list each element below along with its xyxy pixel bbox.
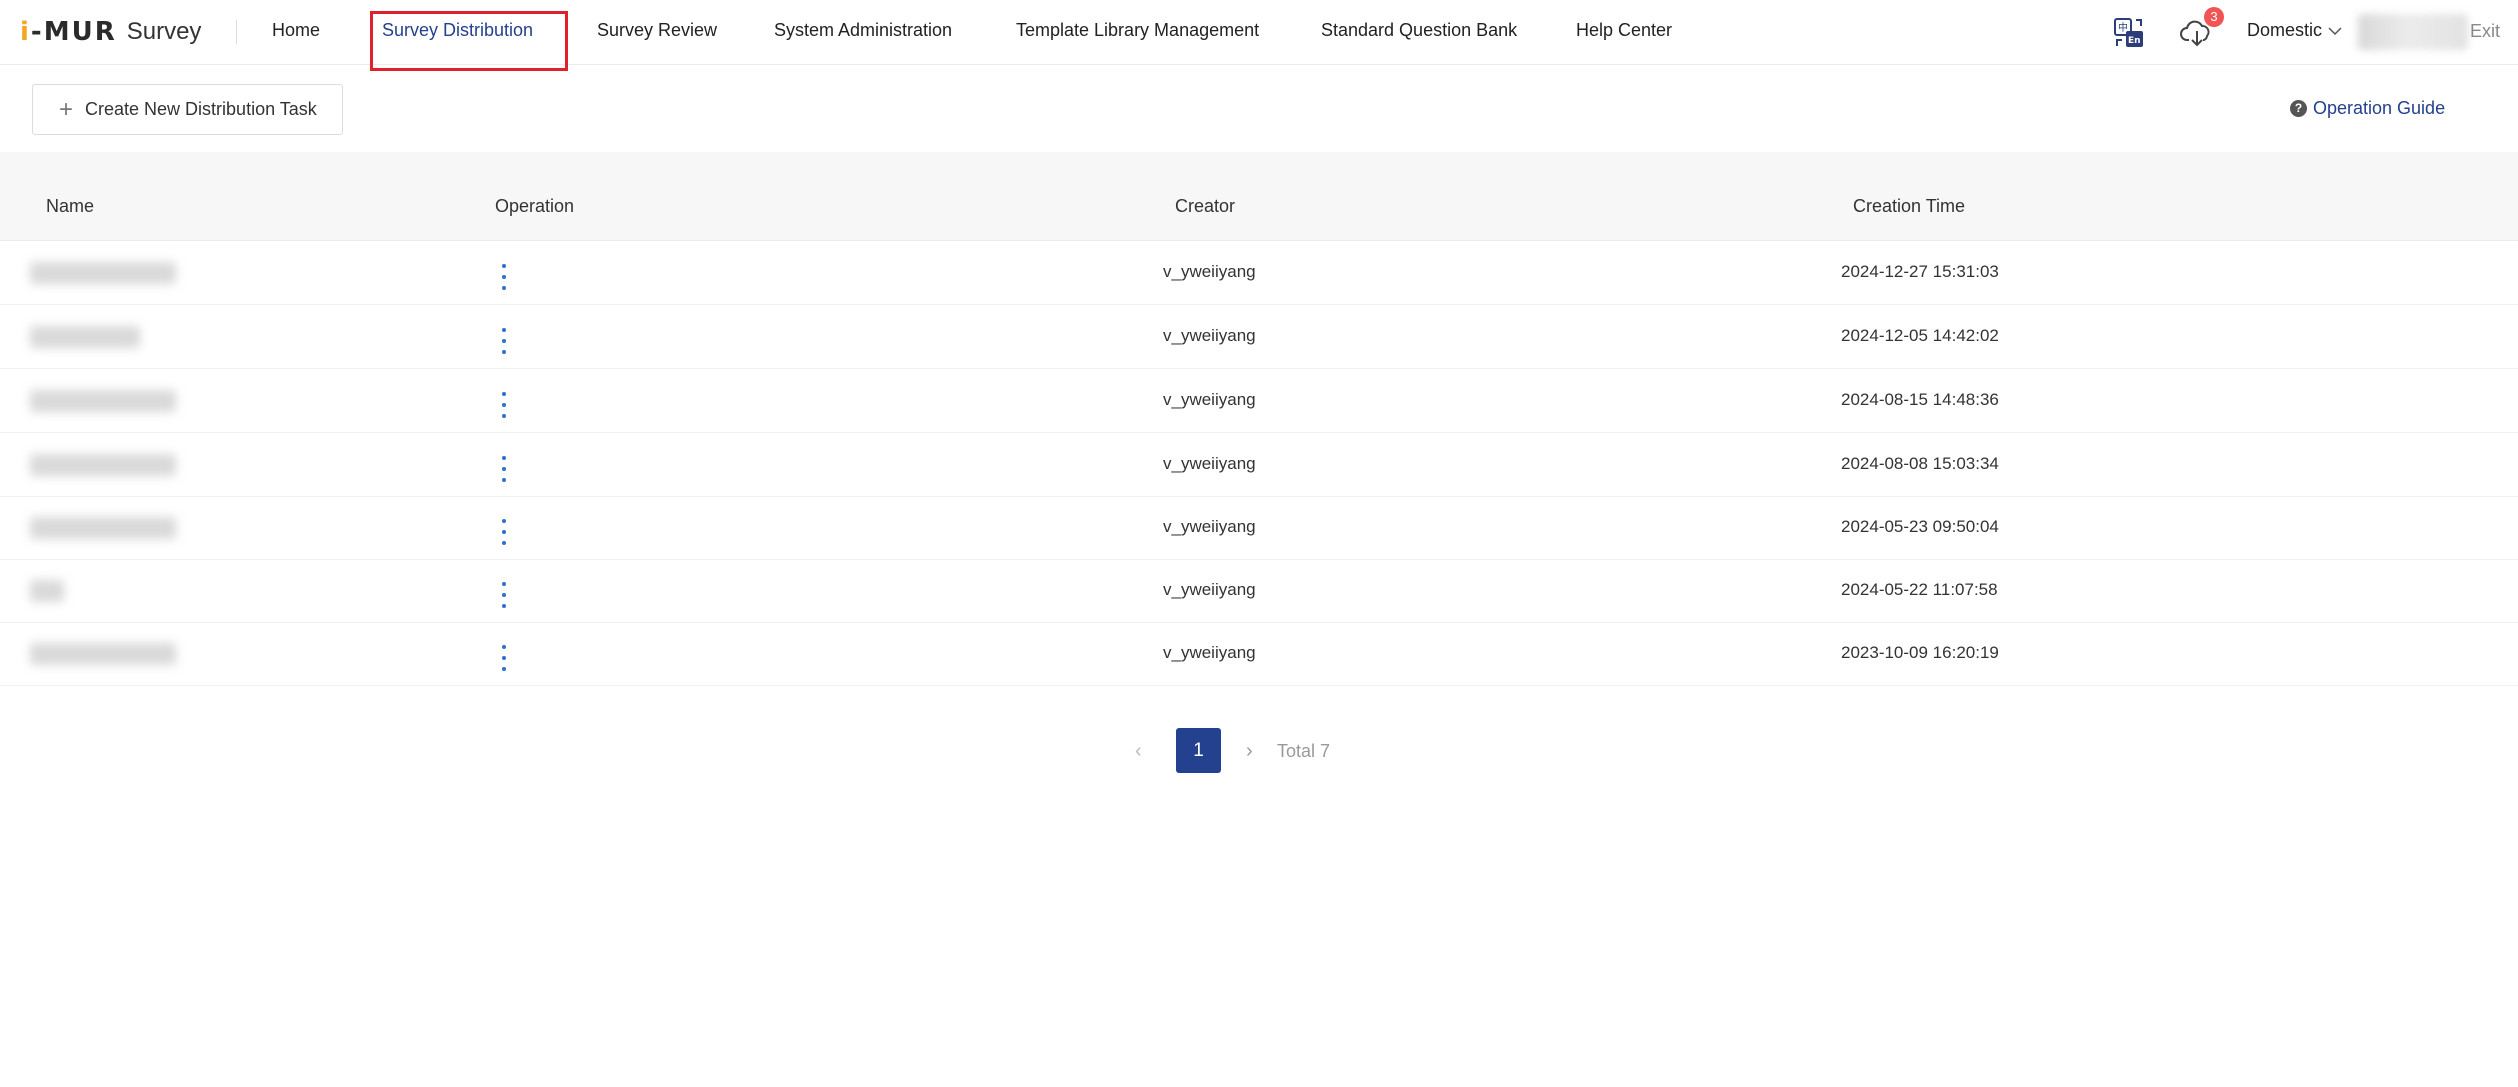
top-header: i-MUR Survey Home Survey Distribution Su… [0,0,2518,71]
row-creator: v_yweiiyang [1163,580,1256,599]
pagination-total: Total 7 [1277,741,1331,761]
row-creation-time: 2024-05-23 09:50:04 [1841,517,1999,536]
nav-home[interactable]: Home [272,20,320,41]
row-name-redacted [30,580,64,602]
create-distribution-task-button[interactable]: + Create New Distribution Task [32,84,343,135]
row-creator: v_yweiiyang [1163,643,1256,662]
logo-divider [236,20,237,44]
row-creation-time: 2024-05-22 11:07:58 [1841,580,1998,599]
row-operation-more-icon[interactable] [499,392,509,418]
help-icon: ? [2290,100,2307,117]
pagination-prev-icon[interactable]: ‹ [1135,740,1142,763]
row-operation-more-icon[interactable] [499,456,509,482]
row-creation-time: 2024-12-27 15:31:03 [1841,262,1999,281]
row-name-redacted [30,262,176,284]
row-creator: v_yweiiyang [1163,517,1256,536]
download-count-badge: 3 [2204,7,2224,27]
svg-text:En: En [2128,36,2141,46]
row-creator: v_yweiiyang [1163,454,1256,473]
table-row[interactable]: v_yweiiyang 2024-05-22 11:07:58 [0,560,2518,623]
row-operation-more-icon[interactable] [499,582,509,608]
chevron-down-icon [2328,26,2342,35]
region-label: Domestic [2247,20,2323,40]
row-name-redacted [30,326,140,348]
row-creator: v_yweiiyang [1163,326,1256,345]
nav-standard-question-bank[interactable]: Standard Question Bank [1321,20,1517,41]
table-header: Name Operation Creator Creation Time [0,152,2518,241]
row-creator: v_yweiiyang [1163,390,1256,409]
row-name-redacted [30,517,176,539]
row-creation-time: 2024-08-15 14:48:36 [1841,390,1999,409]
nav-survey-review[interactable]: Survey Review [597,20,717,41]
row-creation-time: 2024-08-08 15:03:34 [1841,454,1999,473]
active-nav-highlight [370,11,568,71]
pagination-page-1[interactable]: 1 [1176,728,1221,773]
row-name-redacted [30,643,176,665]
nav-help-center[interactable]: Help Center [1576,20,1672,41]
operation-guide-link[interactable]: ? Operation Guide [2290,98,2445,119]
pagination-next-icon[interactable]: › [1246,740,1253,763]
row-creation-time: 2024-12-05 14:42:02 [1841,326,1999,345]
exit-link[interactable]: Exit [2470,21,2500,42]
row-creator: v_yweiiyang [1163,262,1256,281]
column-header-creation-time: Creation Time [1853,196,1966,216]
create-button-label: Create New Distribution Task [85,99,317,119]
app-logo[interactable]: i-MUR Survey [20,16,201,48]
row-creation-time: 2023-10-09 16:20:19 [1841,643,1999,662]
table-row[interactable]: v_yweiiyang 2024-08-15 14:48:36 [0,370,2518,433]
row-operation-more-icon[interactable] [499,328,509,354]
nav-system-administration[interactable]: System Administration [774,20,952,41]
row-operation-more-icon[interactable] [499,645,509,671]
nav-template-library-management[interactable]: Template Library Management [1016,20,1259,41]
row-operation-more-icon[interactable] [499,264,509,290]
region-selector[interactable]: Domestic [2247,20,2342,41]
plus-icon: + [59,95,74,123]
table-row[interactable]: v_yweiiyang 2024-12-05 14:42:02 [0,306,2518,369]
table-row[interactable]: v_yweiiyang 2024-05-23 09:50:04 [0,497,2518,560]
column-header-operation: Operation [495,196,575,216]
column-header-creator: Creator [1175,196,1236,216]
operation-guide-label: Operation Guide [2313,98,2446,118]
column-header-name: Name [46,196,95,216]
row-name-redacted [30,454,176,476]
table-row[interactable]: v_yweiiyang 2024-12-27 15:31:03 [0,242,2518,305]
table-row[interactable]: v_yweiiyang 2023-10-09 16:20:19 [0,623,2518,686]
row-name-redacted [30,390,176,412]
language-switch-icon[interactable]: 中 En [2112,16,2146,50]
user-avatar[interactable] [2358,14,2468,50]
logo-text: Survey [126,18,202,45]
logo-mark: i-MUR [20,17,117,47]
table-row[interactable]: v_yweiiyang 2024-08-08 15:03:34 [0,434,2518,497]
row-operation-more-icon[interactable] [499,519,509,545]
